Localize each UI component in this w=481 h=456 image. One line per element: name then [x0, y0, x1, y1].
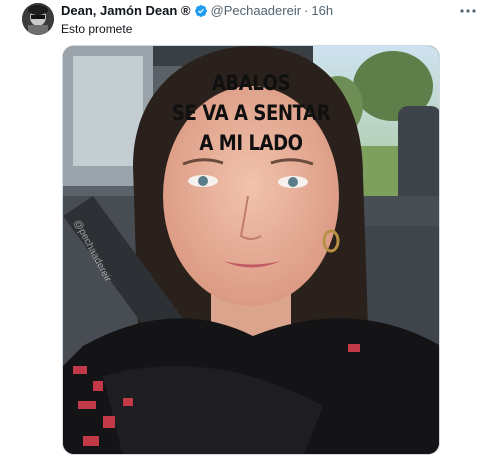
- tweet[interactable]: Dean, Jamón Dean ® @Pechaadereir · 16h E…: [0, 0, 481, 456]
- verified-badge-icon: [194, 4, 208, 18]
- meme-caption-line-2: SE VA A SENTAR: [171, 101, 331, 125]
- meme-caption-line-1: ABALOS: [211, 71, 291, 95]
- tweet-timestamp[interactable]: 16h: [311, 3, 333, 19]
- meme-caption: ABALOS SE VA A SENTAR A MI LADO: [170, 68, 332, 158]
- tweet-media-image[interactable]: ABALOS SE VA A SENTAR A MI LADO @pechaad…: [62, 45, 440, 455]
- author-display-name[interactable]: Dean, Jamón Dean ®: [61, 3, 191, 19]
- tweet-header: Dean, Jamón Dean ® @Pechaadereir · 16h: [61, 3, 333, 19]
- more-dots-icon[interactable]: [458, 3, 478, 19]
- tweet-text: Esto promete: [61, 22, 133, 36]
- avatar[interactable]: [22, 3, 54, 35]
- meme-caption-line-3: A MI LADO: [199, 131, 303, 155]
- separator-dot: ·: [304, 3, 309, 18]
- author-handle[interactable]: @Pechaadereir: [211, 3, 302, 19]
- avatar-image: [22, 3, 54, 35]
